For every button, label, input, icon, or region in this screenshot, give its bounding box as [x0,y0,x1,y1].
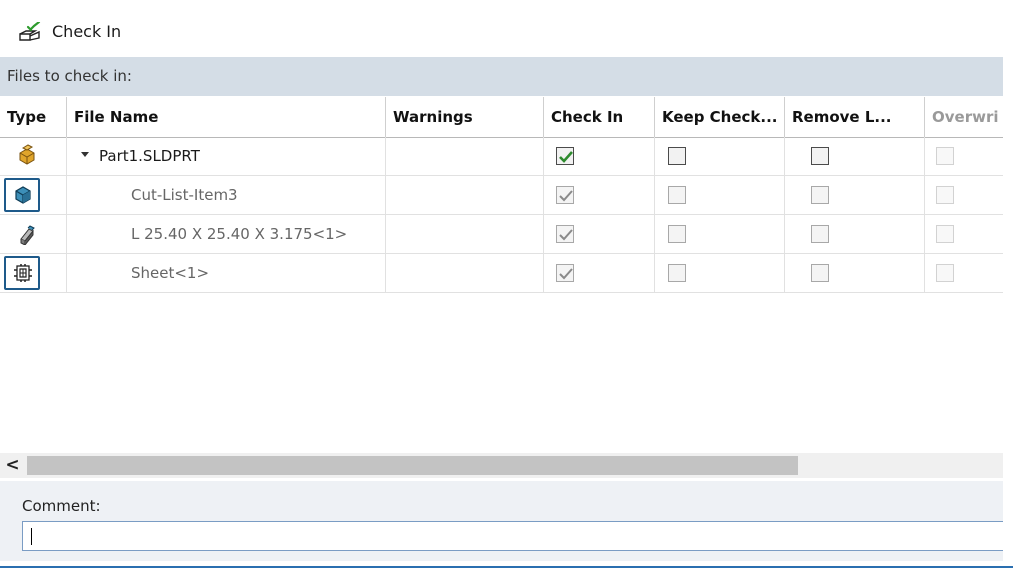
file-name: Cut-List-Item3 [131,186,238,204]
checkmark-icon [559,268,573,280]
check-in-cell [544,176,655,214]
keep-checked-out-cell [655,215,785,253]
column-header-type[interactable]: Type [0,97,67,137]
file-name: Sheet<1> [131,264,210,282]
warnings-cell [386,254,544,292]
keep-checked-out-checkbox[interactable] [668,147,686,165]
type-cell [0,254,67,292]
keep-checked-out-cell [655,254,785,292]
table-row[interactable]: L 25.40 X 25.40 X 3.175<1> [0,215,1003,254]
check-in-checkbox [556,264,574,282]
bottom-accent-line [0,566,1013,568]
grid-header-row: Type File Name Warnings Check In Keep Ch… [0,97,1003,138]
keep-checked-out-cell [655,176,785,214]
scrollbar-thumb[interactable] [27,456,798,475]
remove-local-cell [785,254,925,292]
remove-local-cell [785,137,925,175]
remove-local-cell [785,176,925,214]
remove-local-checkbox [811,225,829,243]
check-in-cell [544,137,655,175]
structural-member-icon [20,225,35,245]
file-name-cell[interactable]: L 25.40 X 25.40 X 3.175<1> [67,215,386,253]
column-header-file-name[interactable]: File Name [67,97,386,137]
check-in-icon [19,22,41,41]
remove-local-cell [785,215,925,253]
column-header-remove-local[interactable]: Remove L... [785,97,925,137]
check-in-cell [544,215,655,253]
overwrite-cell [925,137,1003,175]
column-header-check-in[interactable]: Check In [544,97,655,137]
check-in-cell [544,254,655,292]
keep-checked-out-cell [655,137,785,175]
comment-section: Comment: [0,481,1003,561]
remove-local-checkbox [811,186,829,204]
table-row[interactable]: Cut-List-Item3 [0,176,1003,215]
collapse-arrow-icon[interactable] [81,152,89,157]
overwrite-cell [925,176,1003,214]
files-to-check-in-header: Files to check in: [0,57,1003,96]
overwrite-checkbox [936,147,954,165]
overwrite-checkbox [936,225,954,243]
overwrite-cell [925,215,1003,253]
overwrite-checkbox [936,264,954,282]
text-caret [31,528,32,545]
table-row[interactable]: Part1.SLDPRT [0,137,1003,176]
overwrite-checkbox [936,186,954,204]
keep-checked-out-checkbox [668,225,686,243]
title-bar: Check In [0,0,1013,56]
warnings-cell [386,176,544,214]
dialog-title: Check In [52,22,122,41]
column-header-keep-checked-out[interactable]: Keep Check... [655,97,785,137]
check-in-checkbox [556,225,574,243]
remove-local-checkbox [811,264,829,282]
part-icon [19,144,35,165]
checkmark-icon [559,151,573,163]
type-cell [0,215,67,253]
column-header-overwrite[interactable]: Overwri [925,97,1003,137]
table-row[interactable]: Sheet<1> [0,254,1003,293]
checkmark-icon [559,229,573,241]
type-cell [0,176,67,214]
files-grid: Type File Name Warnings Check In Keep Ch… [0,97,1003,293]
file-name-cell[interactable]: Cut-List-Item3 [67,176,386,214]
overwrite-cell [925,254,1003,292]
file-name: L 25.40 X 25.40 X 3.175<1> [131,225,348,243]
horizontal-scrollbar[interactable]: < [0,453,1003,478]
cut-list-item-icon [15,186,31,204]
comment-input[interactable] [22,521,1003,551]
file-name-cell[interactable]: Part1.SLDPRT [67,137,386,175]
type-cell [0,137,67,175]
check-in-checkbox[interactable] [556,147,574,165]
scroll-left-button[interactable]: < [0,453,25,478]
file-name: Part1.SLDPRT [99,147,200,165]
keep-checked-out-checkbox [668,264,686,282]
keep-checked-out-checkbox [668,186,686,204]
check-in-checkbox [556,186,574,204]
comment-label: Comment: [22,497,101,515]
column-header-warnings[interactable]: Warnings [386,97,544,137]
warnings-cell [386,215,544,253]
sheet-metal-icon [14,264,32,282]
checkmark-icon [559,190,573,202]
remove-local-checkbox[interactable] [811,147,829,165]
warnings-cell [386,137,544,175]
file-name-cell[interactable]: Sheet<1> [67,254,386,292]
